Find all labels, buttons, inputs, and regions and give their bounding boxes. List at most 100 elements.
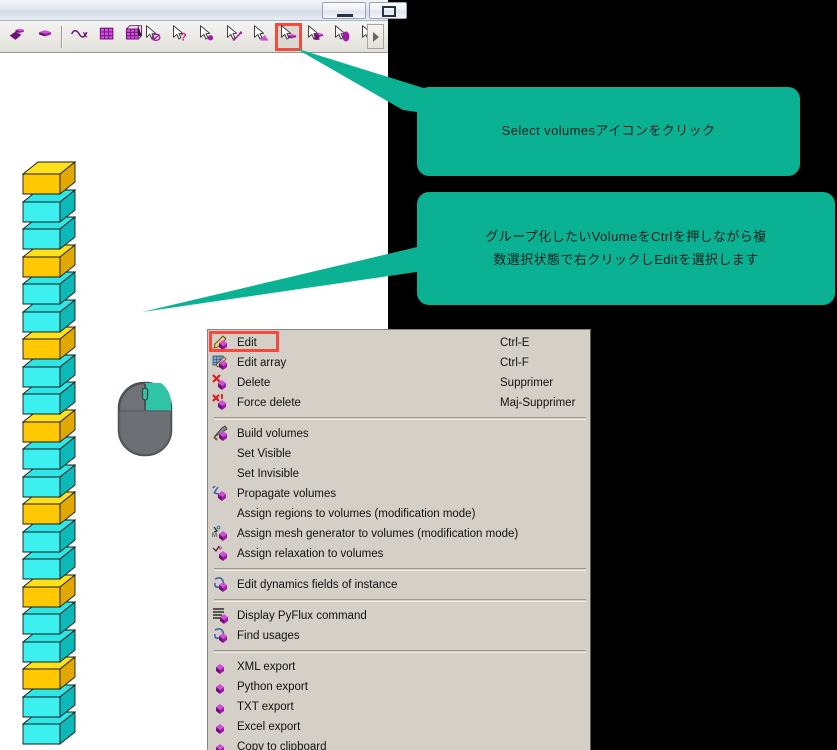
toolbar-button-select-volumes[interactable] — [275, 22, 302, 51]
volume-badge-icon — [212, 678, 234, 696]
toolbar-button-curve[interactable] — [66, 23, 93, 51]
toolbar-button-select-face[interactable] — [248, 23, 275, 51]
menu-item-python-export[interactable]: Python export — [208, 677, 590, 697]
menu-item-copy-to-clipboard[interactable]: Copy to clipboard — [208, 737, 590, 750]
volume-badge-icon — [212, 718, 234, 736]
menu-item-shortcut: Ctrl-E — [500, 337, 530, 349]
menu-item-find-usages[interactable]: Find usages — [208, 626, 590, 646]
menu-item-edit[interactable]: Edit Ctrl-E — [208, 333, 590, 353]
context-menu[interactable]: Edit Ctrl-E Edit array Ctrl-F Delete Supprime… — [207, 329, 591, 750]
window-titlebar — [0, 0, 407, 21]
volume-icon — [35, 24, 55, 49]
volume-extrude-icon — [8, 24, 28, 49]
menu-item-shortcut: Ctrl-F — [500, 357, 529, 369]
toolbar-button-select-region[interactable] — [329, 23, 356, 51]
menu-item-assign-regions-to-volumes-modification-mode[interactable]: Assign regions to volumes (modification … — [208, 504, 590, 524]
menu-item-set-invisible[interactable]: Set Invisible — [208, 464, 590, 484]
pencil-volume-icon — [212, 334, 234, 352]
menu-separator — [214, 599, 586, 602]
menu-separator — [214, 417, 586, 420]
mesh-generator-volume-icon: M — [212, 525, 234, 543]
menu-item-txt-export[interactable]: TXT export — [208, 697, 590, 717]
minimize-icon — [337, 14, 353, 17]
svg-text:?: ? — [180, 32, 187, 44]
menu-item-label: Excel export — [237, 721, 301, 733]
toolbar-group-select: ? — [140, 21, 383, 52]
select-point-icon — [198, 24, 218, 49]
toolbar-button-volume[interactable] — [31, 23, 58, 51]
select-help-icon: ? — [171, 24, 191, 49]
menu-item-label: Edit dynamics fields of instance — [237, 579, 398, 591]
menu-item-set-visible[interactable]: Set Visible — [208, 444, 590, 464]
menu-item-shortcut: Supprimer — [500, 377, 554, 389]
menu-item-label: Copy to clipboard — [237, 741, 327, 750]
menu-item-shortcut: Maj-Supprimer — [500, 397, 576, 409]
menu-item-build-volumes[interactable]: Build volumes — [208, 424, 590, 444]
callout-select-volumes: Select volumesアイコンをクリック — [417, 87, 800, 176]
toolbar-button-select-line[interactable] — [221, 23, 248, 51]
minimize-button[interactable] — [322, 2, 366, 19]
menu-item-delete[interactable]: Delete Supprimer — [208, 373, 590, 393]
select-line-icon — [225, 24, 245, 49]
menu-item-excel-export[interactable]: Excel export — [208, 717, 590, 737]
volume-stack[interactable] — [21, 161, 92, 750]
menu-item-label: XML export — [237, 661, 296, 673]
propagate-volume-icon — [212, 485, 234, 503]
menu-item-xml-export[interactable]: XML export — [208, 657, 590, 677]
callout-1-text: Select volumesアイコンをクリック — [501, 123, 716, 139]
maximize-icon — [382, 6, 396, 17]
menu-item-label: Assign mesh generator to volumes (modifi… — [237, 528, 519, 540]
menu-item-assign-relaxation-to-volumes[interactable]: Assign relaxation to volumes — [208, 544, 590, 564]
toolbar-button-select-none[interactable] — [140, 23, 167, 51]
toolbar-overflow-button[interactable] — [367, 24, 384, 49]
face-grid-icon — [97, 24, 117, 49]
menu-item-label: Assign relaxation to volumes — [237, 548, 384, 560]
volume-badge-icon — [212, 738, 234, 750]
menu-item-assign-mesh-generator-to-volumes-modification-mode[interactable]: M Assign mesh generator to volumes (modif… — [208, 524, 590, 544]
menu-item-display-pyflux-command[interactable]: Display PyFlux command — [208, 606, 590, 626]
callout-2-line2: 数選択状態で右クリックしEditを選択します — [493, 251, 759, 267]
toolbar-separator — [61, 25, 63, 48]
toolbar-button-volume-extrude[interactable] — [4, 23, 31, 51]
callout-2-line1: グループ化したいVolumeをCtrlを押しながら複 — [485, 228, 767, 244]
menu-item-label: Find usages — [237, 630, 300, 642]
menu-item-label: TXT export — [237, 701, 294, 713]
menu-item-label: Python export — [237, 681, 308, 693]
find-usages-icon — [212, 627, 234, 645]
toolbar-button-select-help[interactable]: ? — [167, 23, 194, 51]
hammer-volume-icon — [212, 425, 234, 443]
volume-badge-icon — [212, 698, 234, 716]
select-none-icon — [144, 24, 164, 49]
screenshot-root: ? Select volumesアイコンをクリック グループ化したいVolume… — [0, 0, 837, 750]
main-toolbar: ? — [0, 21, 388, 53]
relaxation-volume-icon — [212, 545, 234, 563]
menu-separator — [214, 568, 586, 571]
menu-item-edit-array[interactable]: Edit array Ctrl-F — [208, 353, 590, 373]
select-volume-group-icon — [306, 24, 326, 49]
chevron-right-icon — [372, 31, 379, 42]
maximize-button[interactable] — [369, 2, 407, 19]
none — [212, 505, 234, 523]
menu-item-force-delete[interactable]: Force delete Maj-Supprimer — [208, 393, 590, 413]
select-face-icon — [252, 24, 272, 49]
force-delete-volume-icon — [212, 394, 234, 412]
delete-volume-icon — [212, 374, 234, 392]
menu-item-label: Assign regions to volumes (modification … — [237, 508, 476, 520]
pyflux-command-icon — [212, 607, 234, 625]
menu-item-label: Edit — [237, 337, 257, 349]
toolbar-button-face-grid[interactable] — [93, 23, 120, 51]
menu-separator — [214, 650, 586, 653]
edit-array-volume-icon — [212, 354, 234, 372]
menu-item-propagate-volumes[interactable]: Propagate volumes — [208, 484, 590, 504]
menu-item-edit-dynamics-fields-of-instance[interactable]: Edit dynamics fields of instance — [208, 575, 590, 595]
toolbar-button-select-volume-group[interactable] — [302, 23, 329, 51]
menu-item-label: Edit array — [237, 357, 287, 369]
toolbar-button-select-point[interactable] — [194, 23, 221, 51]
menu-item-label: Display PyFlux command — [237, 610, 367, 622]
none — [212, 465, 234, 483]
volume-badge-icon — [212, 658, 234, 676]
curve-icon — [70, 24, 90, 49]
volume-cube[interactable] — [21, 161, 77, 201]
callout-group-volumes: グループ化したいVolumeをCtrlを押しながら複 数選択状態で右クリックしE… — [417, 192, 835, 305]
select-region-icon — [333, 24, 353, 49]
